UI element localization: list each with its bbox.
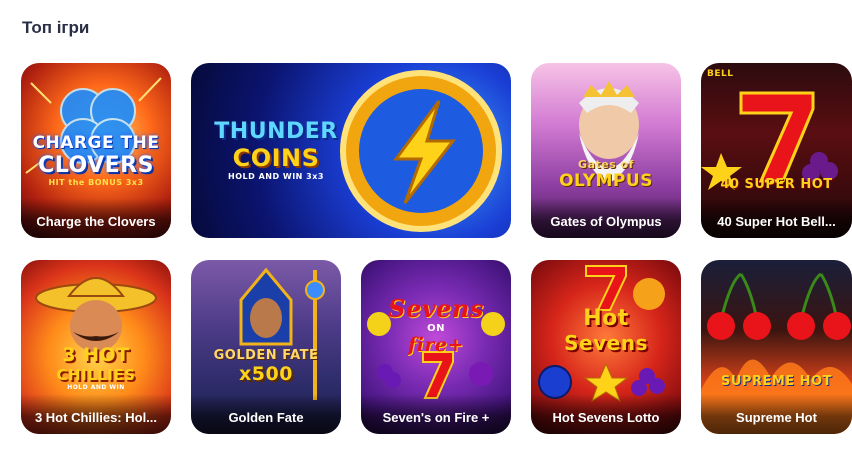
game-tile-gates-of-olympus[interactable]: Gates of OLYMPUS Gates of Olympus xyxy=(531,63,681,238)
game-logo-line: Hot xyxy=(583,306,629,331)
game-logo-line: Sevens xyxy=(564,331,648,355)
game-title: Supreme Hot xyxy=(701,394,852,434)
game-logo-line: COINS xyxy=(232,144,320,172)
game-logo-line: x500 xyxy=(239,363,293,385)
game-logo-line: CHARGE THE xyxy=(32,133,160,153)
game-logo-line: Sevens xyxy=(388,294,484,323)
game-logo-line: 40 SUPER HOT xyxy=(720,177,833,192)
game-logo-line: HIT the BONUS 3x3 xyxy=(48,178,144,187)
game-title: 3 Hot Chillies: Hol... xyxy=(21,394,171,434)
game-title: Hot Sevens Lotto xyxy=(531,394,681,434)
game-title: Seven's on Fire + xyxy=(361,394,511,434)
game-title: Charge the Clovers xyxy=(21,198,171,238)
game-logo-line: HOLD AND WIN xyxy=(67,384,125,391)
section-title: Топ ігри xyxy=(22,18,90,37)
game-logo-line: fire+ xyxy=(408,334,464,356)
game-tile-charge-the-clovers[interactable]: CHARGE THE CLOVERS HIT the BONUS 3x3 Cha… xyxy=(21,63,171,238)
game-logo-line: BELL xyxy=(707,69,734,79)
game-title: Golden Fate xyxy=(191,394,341,434)
game-logo-line: THUNDER xyxy=(214,119,338,144)
game-tile-golden-fate[interactable]: GOLDEN FATE x500 Golden Fate xyxy=(191,260,341,434)
game-logo-line: 3 HOT xyxy=(62,344,130,366)
game-logo-line: OLYMPUS xyxy=(559,171,653,191)
game-tile-thunder-coins[interactable]: THUNDER COINS HOLD AND WIN 3x3 xyxy=(191,63,511,238)
game-logo-line: GOLDEN FATE xyxy=(213,348,319,363)
game-title: 40 Super Hot Bell... xyxy=(701,198,852,238)
game-logo-line: Gates of xyxy=(578,158,634,171)
game-tile-40-super-hot-bell[interactable]: BELL 40 SUPER HOT 40 Super Hot Bell... xyxy=(701,63,852,238)
game-tile-sevens-on-fire-plus[interactable]: Sevens ON fire+ Seven's on Fire + xyxy=(361,260,511,434)
game-tile-hot-sevens-lotto[interactable]: Hot Sevens Hot Sevens Lotto xyxy=(531,260,681,434)
game-logo-line: CLOVERS xyxy=(38,153,154,178)
game-logo-line: CHILLIES xyxy=(56,366,136,384)
game-tile-supreme-hot[interactable]: SUPREME HOT Supreme Hot xyxy=(701,260,852,434)
game-tile-3-hot-chillies[interactable]: 3 HOT CHILLIES HOLD AND WIN 3 Hot Chilli… xyxy=(21,260,171,434)
game-title: Gates of Olympus xyxy=(531,198,681,238)
game-logo-line: SUPREME HOT xyxy=(721,374,832,389)
game-logo-line: HOLD AND WIN 3x3 xyxy=(228,172,324,181)
game-logo-line: ON xyxy=(427,323,445,334)
